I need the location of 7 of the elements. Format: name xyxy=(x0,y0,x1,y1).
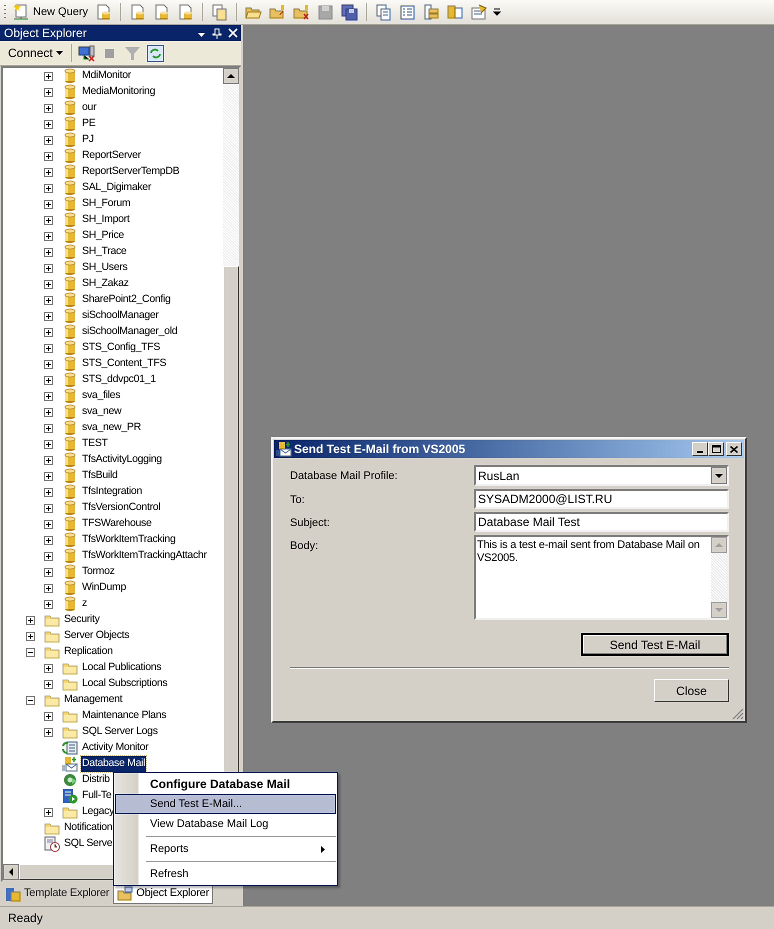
dialog-title: Send Test E-Mail from VS2005 xyxy=(294,441,466,458)
panel-title: Object Explorer xyxy=(4,25,88,42)
field-label: To: xyxy=(290,493,306,508)
field-label: Subject: xyxy=(290,516,331,531)
field-label: Body: xyxy=(290,539,320,554)
status-text: Ready xyxy=(8,910,43,927)
field-label: Database Mail Profile: xyxy=(290,469,399,484)
